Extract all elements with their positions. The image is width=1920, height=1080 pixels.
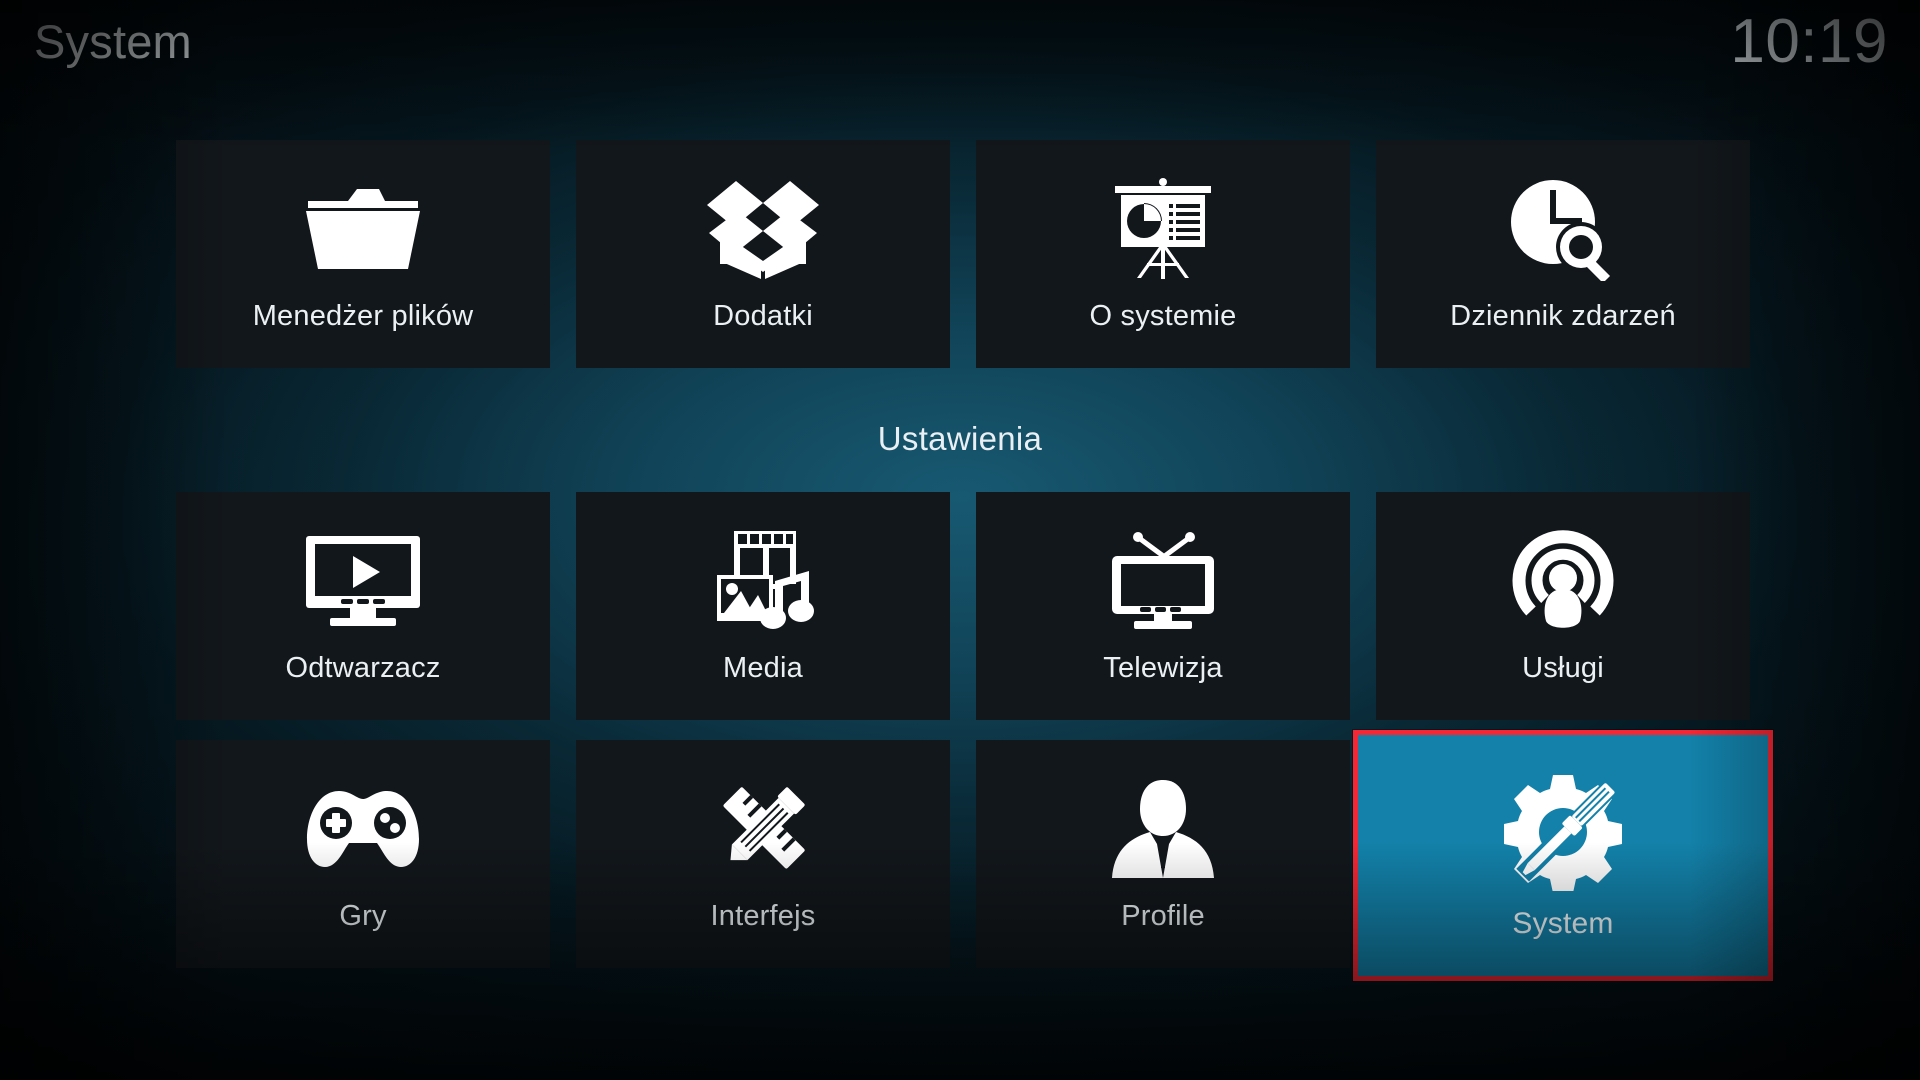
kodi-system-screen: System 10:19 Menedżer plików Dodatki O s… [0,0,1920,1080]
tile-services[interactable]: Usługi [1376,492,1750,720]
tile-label: Gry [339,900,387,932]
tile-addons[interactable]: Dodatki [576,140,950,368]
settings-row-1: Odtwarzacz Media Telewizja Usługi [0,492,1920,720]
tile-label: Dodatki [713,300,813,332]
section-header-settings: Ustawienia [877,420,1043,457]
tile-event-log[interactable]: Dziennik zdarzeń [1376,140,1750,368]
pencil-ruler-icon [698,770,828,888]
tile-about-system[interactable]: O systemie [976,140,1350,368]
open-box-icon [698,170,828,288]
tile-label: Menedżer plików [252,300,474,332]
gamepad-icon [298,770,428,888]
folder-icon [298,170,428,288]
tile-label: System [1512,907,1614,940]
tile-label: Profile [1121,900,1205,932]
tile-label: Telewizja [1103,652,1223,684]
tile-system[interactable]: System [1353,730,1773,981]
clock: 10:19 [1730,7,1888,76]
tile-media[interactable]: Media [576,492,950,720]
monitor-play-icon [298,522,428,640]
tile-interface[interactable]: Interfejs [576,740,950,968]
presentation-board-icon [1098,170,1228,288]
settings-row-2: Gry Interfejs Profile System [0,730,1920,981]
broadcast-person-icon [1498,522,1628,640]
film-photo-music-icon [698,522,828,640]
tile-profiles[interactable]: Profile [976,740,1350,968]
tile-player[interactable]: Odtwarzacz [176,492,550,720]
header-bar: System 10:19 [0,0,1920,100]
gear-screwdriver-icon [1493,769,1633,895]
tile-tv[interactable]: Telewizja [976,492,1350,720]
person-silhouette-icon [1098,770,1228,888]
tile-file-manager[interactable]: Menedżer plików [176,140,550,368]
top-menu-row: Menedżer plików Dodatki O systemie Dzien… [0,140,1920,368]
tile-label: O systemie [1089,300,1237,332]
clock-search-icon [1498,170,1628,288]
page-title: System [34,15,192,68]
tile-label: Media [723,652,803,684]
tile-label: Usługi [1522,652,1604,684]
tile-label: Interfejs [710,900,816,932]
tile-label: Odtwarzacz [285,652,441,684]
tile-games[interactable]: Gry [176,740,550,968]
tile-label: Dziennik zdarzeń [1450,300,1676,332]
tv-antenna-icon [1098,522,1228,640]
